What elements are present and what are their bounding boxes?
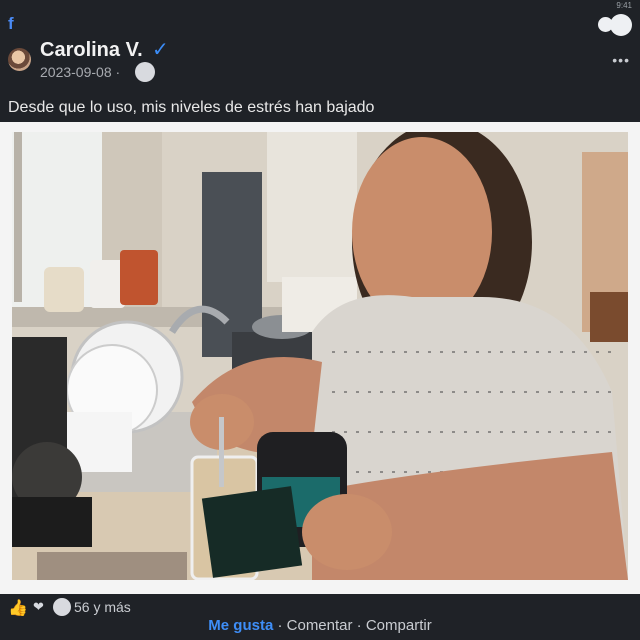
post-date[interactable]: 2023-09-08 · — [40, 64, 120, 80]
comment-button[interactable]: Comentar — [287, 617, 353, 634]
share-button[interactable]: Compartir — [366, 617, 432, 634]
author-name[interactable]: Carolina V. — [40, 39, 143, 62]
action-separator: · — [352, 617, 366, 634]
like-thumb-icon: 👍 — [8, 600, 28, 617]
reaction-avatar — [53, 598, 71, 616]
facebook-logo-icon[interactable]: f — [8, 15, 20, 33]
action-separator: · — [273, 617, 287, 634]
more-options-icon[interactable]: ••• — [612, 52, 630, 68]
heart-icon: ❤ — [33, 599, 44, 614]
post-photo[interactable] — [12, 132, 628, 580]
avatar[interactable] — [8, 48, 31, 71]
like-button[interactable]: Me gusta — [208, 617, 273, 634]
messenger-bubbles-icon[interactable] — [598, 14, 634, 36]
reaction-count[interactable]: 56 y más — [74, 599, 131, 615]
post-actions: Me gusta · Comentar · Compartir — [0, 617, 640, 637]
post-caption: Desde que lo uso, mis niveles de estrés … — [8, 99, 375, 116]
verified-badge-icon: ✓ — [152, 39, 169, 61]
status-time: 9:41 — [616, 1, 632, 10]
audience-globe-icon — [135, 62, 155, 82]
